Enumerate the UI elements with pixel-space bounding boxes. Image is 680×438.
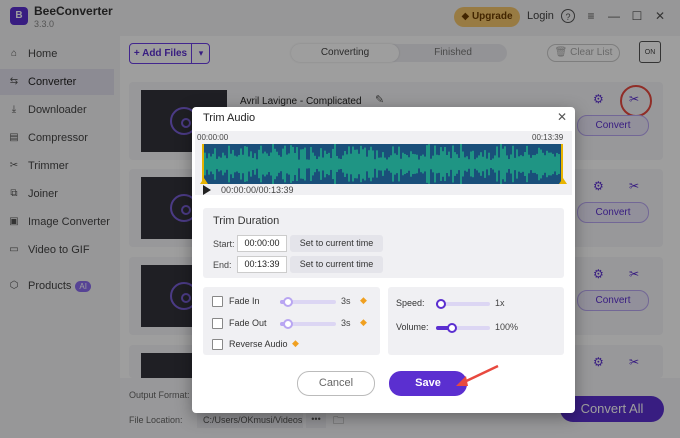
wave-start-time: 00:00:00 [197,133,229,142]
wave-end-time: 00:13:39 [532,133,564,142]
dialog-title: Trim Audio [203,112,256,124]
fade-out-slider[interactable] [280,319,336,329]
end-time-input[interactable]: 00:13:39 [237,256,287,273]
set-start-current-button[interactable]: Set to current time [290,235,383,252]
speed-label: Speed: [396,298,425,308]
fade-in-thumb[interactable] [283,297,294,307]
fade-in-checkbox[interactable] [212,296,223,307]
end-label: End: [213,260,232,270]
waveform[interactable] [202,144,563,184]
volume-slider[interactable] [436,323,490,333]
volume-label: Volume: [396,322,429,332]
trim-start-handle[interactable] [200,178,208,184]
fade-in-label: Fade In [229,296,260,306]
fade-out-thumb[interactable] [283,319,294,329]
volume-thumb[interactable] [447,323,458,333]
fade-in-slider[interactable] [280,297,336,307]
premium-icon: ◆ [360,317,367,327]
set-end-current-button[interactable]: Set to current time [290,256,383,273]
speed-slider[interactable] [436,299,490,309]
pointer-arrow-annotation [456,364,499,386]
speed-value: 1x [495,298,505,308]
speed-thumb[interactable] [436,299,447,309]
fade-out-value: 3s [341,318,351,328]
premium-icon: ◆ [292,338,299,348]
volume-value: 100% [495,322,519,332]
fade-out-label: Fade Out [229,318,267,328]
fade-panel: Fade In 3s ◆ Fade Out 3s ◆ Reverse Audio… [203,287,380,355]
fade-out-checkbox[interactable] [212,318,223,329]
reverse-audio-label: Reverse Audio [229,339,288,349]
play-icon[interactable] [203,185,211,195]
close-icon[interactable]: ✕ [557,110,567,124]
fade-in-value: 3s [341,296,351,306]
playback-time: 00:00:00/00:13:39 [221,185,294,195]
trim-audio-dialog: Trim Audio ✕ 00:00:00 00:13:39 00:00:00/… [192,107,575,413]
speed-volume-panel: Speed: 1x Volume: 100% [388,287,564,355]
trim-end-handle[interactable] [559,178,567,184]
trim-duration-panel: Trim Duration Start: 00:00:00 Set to cur… [203,208,564,278]
trim-duration-title: Trim Duration [213,215,280,227]
cancel-button[interactable]: Cancel [297,371,375,396]
reverse-audio-checkbox[interactable] [212,339,223,350]
start-time-input[interactable]: 00:00:00 [237,235,287,252]
start-label: Start: [213,239,235,249]
premium-icon: ◆ [360,295,367,305]
